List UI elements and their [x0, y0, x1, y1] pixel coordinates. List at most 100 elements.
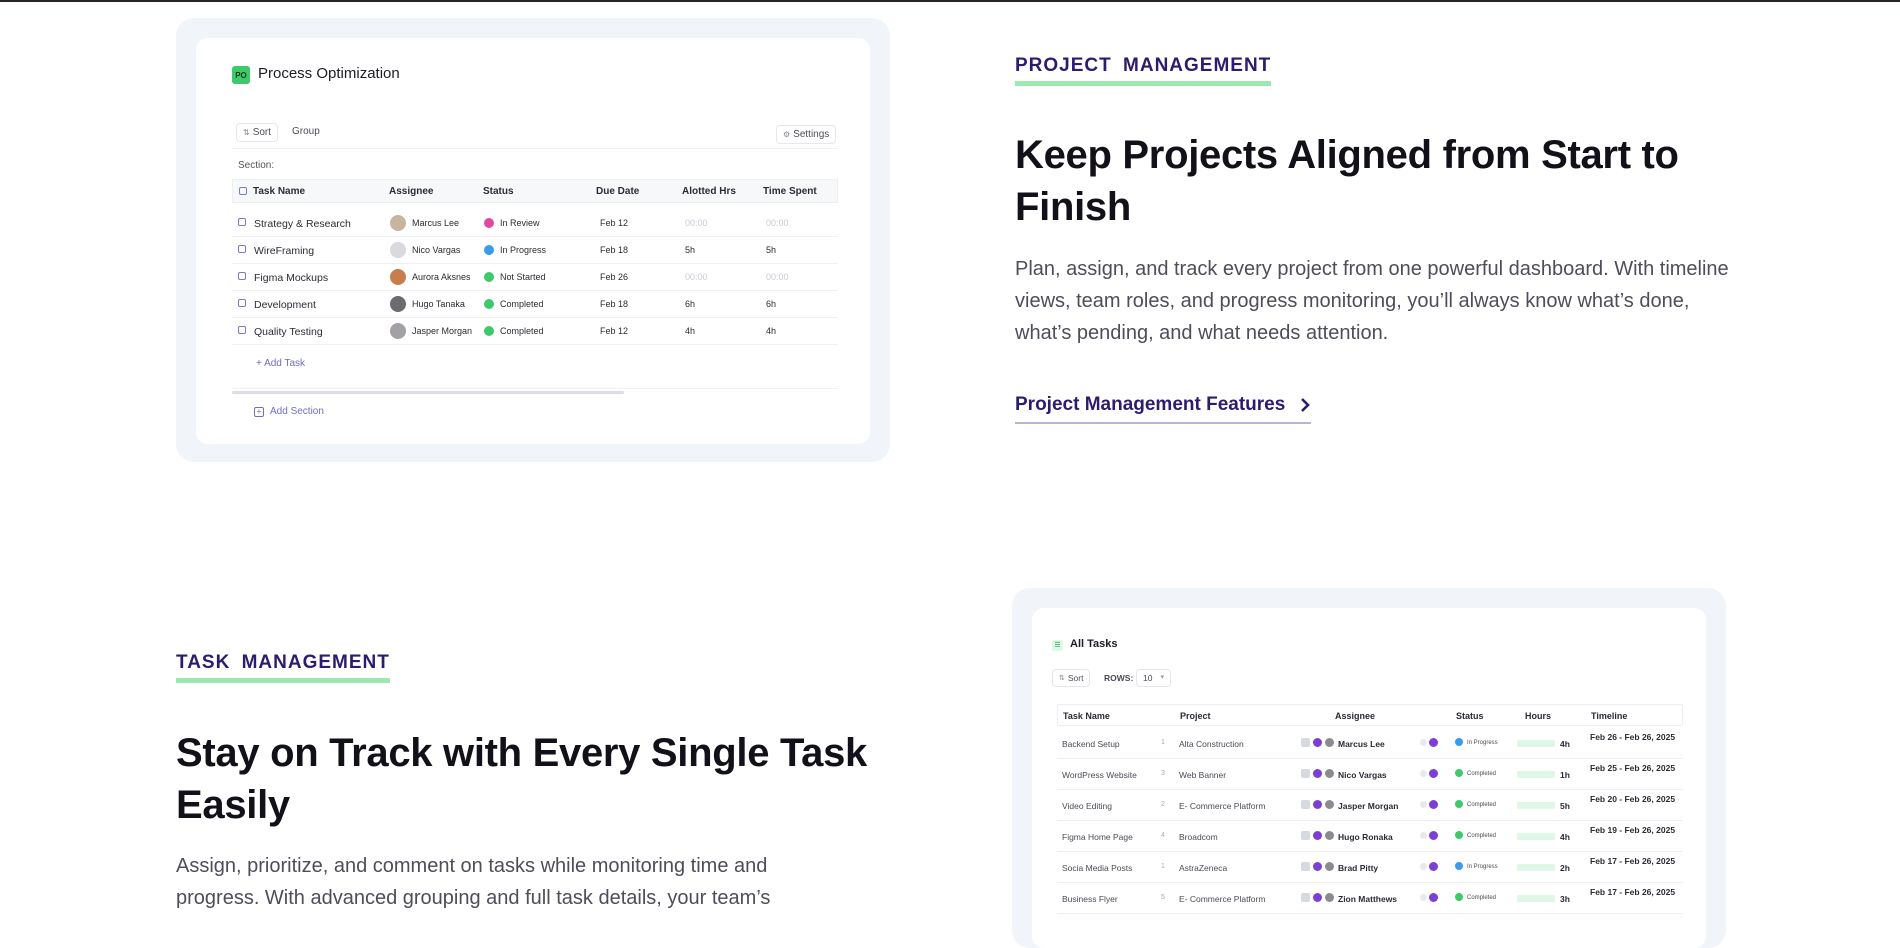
project-avatar — [1313, 800, 1322, 809]
hours-progress-bar — [1517, 802, 1555, 809]
hours-progress-bar — [1517, 864, 1555, 871]
col-hours: Hours — [1525, 711, 1552, 721]
subtask-count: 1 — [1161, 863, 1165, 870]
avatar — [390, 323, 406, 339]
col-task-name-2: Task Name — [1063, 711, 1110, 721]
row-checkbox[interactable] — [238, 299, 246, 307]
subtask-count: 4 — [1161, 832, 1165, 839]
table-row[interactable]: Socia Media Posts 1 AstraZeneca Brad Pitty I… — [1057, 852, 1683, 883]
hours-progress-bar — [1517, 833, 1555, 840]
col-status-2: Status — [1456, 711, 1484, 721]
status-label: In Progress — [1467, 740, 1498, 746]
time-spent: 5h — [766, 245, 777, 255]
alotted-hrs: 4h — [685, 326, 696, 336]
section2-heading: Stay on Track with Every Single Task Eas… — [176, 731, 867, 827]
table-row[interactable]: Strategy & Research Marcus Lee In Review Fe… — [232, 210, 838, 237]
table-row[interactable]: Figma Mockups Aurora Aksnes Not Started Feb… — [232, 264, 838, 291]
status-label: In Review — [500, 218, 540, 228]
status-icon — [484, 218, 494, 228]
group-button[interactable]: Group — [292, 126, 320, 137]
due-date: Feb 18 — [600, 299, 629, 309]
table-row[interactable]: WireFraming Nico Vargas In Progress Feb 18 5… — [232, 237, 838, 264]
list-icon: ☰ — [1052, 640, 1063, 651]
due-date: Feb 12 — [600, 218, 629, 228]
hours-progress-bar — [1517, 740, 1555, 747]
select-all-checkbox[interactable] — [239, 187, 247, 195]
add-section-button[interactable]: + Add Section — [254, 406, 324, 417]
subtask-count: 2 — [1161, 801, 1165, 808]
avatar — [390, 269, 406, 285]
lock-icon — [1420, 801, 1427, 808]
rows-label: ROWS: — [1104, 673, 1134, 683]
status-label: Completed — [1467, 802, 1497, 808]
assignee-name: Nico Vargas — [412, 245, 461, 255]
file-icon — [1301, 893, 1310, 902]
settings-button[interactable]: ⚙ Settings — [776, 125, 837, 144]
col-project: Project — [1180, 711, 1211, 721]
row-checkbox[interactable] — [238, 272, 246, 280]
avatar — [1325, 831, 1334, 840]
table-row[interactable]: Development Hugo Tanaka Completed Feb 18 6h 6… — [232, 291, 838, 318]
row-checkbox[interactable] — [238, 245, 246, 253]
horizontal-scrollbar[interactable] — [232, 391, 624, 394]
col-task-name: Task Name — [253, 186, 306, 197]
due-date: Feb 26 — [600, 272, 629, 282]
task-name[interactable]: Quality Testing — [254, 326, 323, 338]
add-task-button[interactable]: + Add Task — [256, 358, 305, 369]
task-name[interactable]: WireFraming — [254, 245, 314, 257]
avatar-group — [1429, 738, 1438, 747]
assignee-name: Jasper Morgan — [1338, 801, 1399, 811]
all-tasks-preview-card: ☰ All Tasks ⇅ Sort ROWS: 10 ▾ Task Name … — [1012, 588, 1726, 948]
hours-progress-bar — [1517, 895, 1555, 902]
top-divider — [0, 0, 1900, 2]
project-preview-card: PO Process Optimization ⇅ Sort Group ⚙ S… — [176, 18, 890, 462]
avatar — [390, 215, 406, 231]
task-name[interactable]: Business Flyer — [1062, 894, 1118, 904]
alotted-hrs: 00:00 — [685, 272, 708, 282]
table-row[interactable]: WordPress Website 3 Web Banner Nico Vargas C… — [1057, 759, 1683, 790]
assignee-name: Brad Pitty — [1338, 863, 1379, 873]
task-name[interactable]: Video Editing — [1062, 801, 1112, 811]
status-label: In Progress — [500, 245, 547, 255]
row-checkbox[interactable] — [238, 326, 246, 334]
subtask-count: 3 — [1161, 770, 1165, 777]
task-name[interactable]: Figma Home Page — [1062, 832, 1133, 842]
lock-icon — [1420, 894, 1427, 901]
row-checkbox[interactable] — [238, 218, 246, 226]
col-timeline: Timeline — [1591, 711, 1628, 721]
task-name[interactable]: Backend Setup — [1062, 739, 1120, 749]
section1-paragraph: Plan, assign, and track every project fr… — [1015, 258, 1729, 344]
file-icon — [1301, 862, 1310, 871]
assignee-name: Hugo Ronaka — [1338, 832, 1393, 842]
all-tasks-title: All Tasks — [1070, 638, 1118, 650]
task-name[interactable]: WordPress Website — [1062, 770, 1137, 780]
project-title: Process Optimization — [258, 65, 400, 82]
avatar-group — [1429, 831, 1438, 840]
timeline-range: Feb 17 - Feb 26, 2025 — [1590, 856, 1676, 866]
rows-select[interactable]: 10 ▾ — [1136, 669, 1171, 687]
status-icon — [484, 272, 494, 282]
timeline-range: Feb 17 - Feb 26, 2025 — [1590, 887, 1676, 897]
project-preview-panel: PO Process Optimization ⇅ Sort Group ⚙ S… — [196, 38, 870, 444]
table-row[interactable]: Quality Testing Jasper Morgan Completed Feb… — [232, 318, 838, 345]
task-name[interactable]: Socia Media Posts — [1062, 863, 1132, 873]
alotted-hrs: 5h — [685, 245, 696, 255]
section-divider — [232, 388, 838, 389]
task-name[interactable]: Strategy & Research — [254, 218, 351, 230]
table-row[interactable]: Video Editing 2 E- Commerce Platform Jasper… — [1057, 790, 1683, 821]
col-alotted-hrs: Alotted Hrs — [682, 186, 736, 197]
project-name: AstraZeneca — [1179, 863, 1228, 873]
sort-icon: ⇅ — [243, 128, 250, 137]
sort-button-2[interactable]: ⇅ Sort — [1052, 669, 1091, 687]
hours-value: 4h — [1560, 739, 1570, 749]
project-management-features-link[interactable]: Project Management Features — [1015, 394, 1312, 424]
table-row[interactable]: Figma Home Page 4 Broadcom Hugo Ronaka Compl… — [1057, 821, 1683, 852]
assignee-name: Marcus Lee — [412, 218, 460, 228]
col-assignee-2: Assignee — [1335, 711, 1376, 721]
table-row[interactable]: Business Flyer 5 E- Commerce Platform Zion … — [1057, 883, 1683, 914]
col-time-spent: Time Spent — [763, 186, 817, 197]
task-name[interactable]: Figma Mockups — [254, 272, 328, 284]
task-name[interactable]: Development — [254, 299, 316, 311]
sort-button[interactable]: ⇅ Sort — [236, 123, 279, 142]
table-row[interactable]: Backend Setup 1 Alta Construction Marcus Le… — [1057, 728, 1683, 759]
